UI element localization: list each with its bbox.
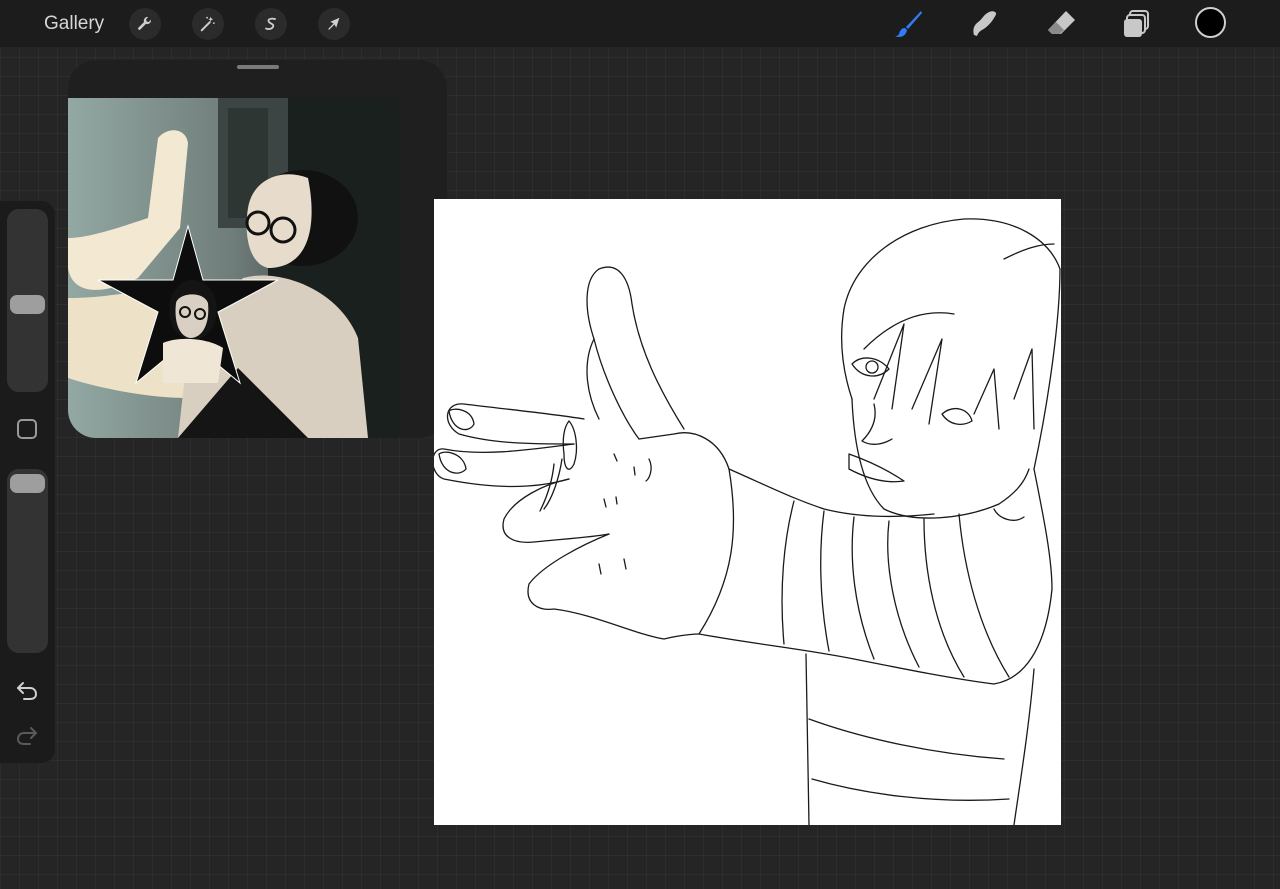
arrow-cursor-icon[interactable] xyxy=(318,8,350,40)
reference-photo xyxy=(68,98,399,438)
drag-handle-icon[interactable] xyxy=(237,65,279,69)
top-toolbar: Gallery xyxy=(0,0,1280,47)
wrench-icon[interactable] xyxy=(129,8,161,40)
selection-s-icon[interactable] xyxy=(255,8,287,40)
brush-opacity-thumb[interactable] xyxy=(10,474,45,493)
drawing-canvas[interactable] xyxy=(434,199,1061,825)
current-color-swatch[interactable] xyxy=(1195,7,1226,38)
square-modifier-icon[interactable] xyxy=(17,419,37,439)
left-sidebar xyxy=(0,201,55,763)
brush-size-slider[interactable] xyxy=(7,209,48,392)
redo-arrow-icon[interactable] xyxy=(14,723,40,747)
layers-icon[interactable] xyxy=(1120,8,1152,40)
brush-opacity-slider[interactable] xyxy=(7,469,48,653)
brush-size-thumb[interactable] xyxy=(10,295,45,314)
magic-wand-icon[interactable] xyxy=(192,8,224,40)
reference-window[interactable] xyxy=(68,60,447,438)
line-art-sketch xyxy=(434,218,1061,825)
brush-icon[interactable] xyxy=(893,8,925,40)
undo-arrow-icon[interactable] xyxy=(14,678,40,702)
gallery-button[interactable]: Gallery xyxy=(44,12,104,36)
smudge-finger-icon[interactable] xyxy=(968,8,1000,40)
eraser-icon[interactable] xyxy=(1045,8,1077,40)
